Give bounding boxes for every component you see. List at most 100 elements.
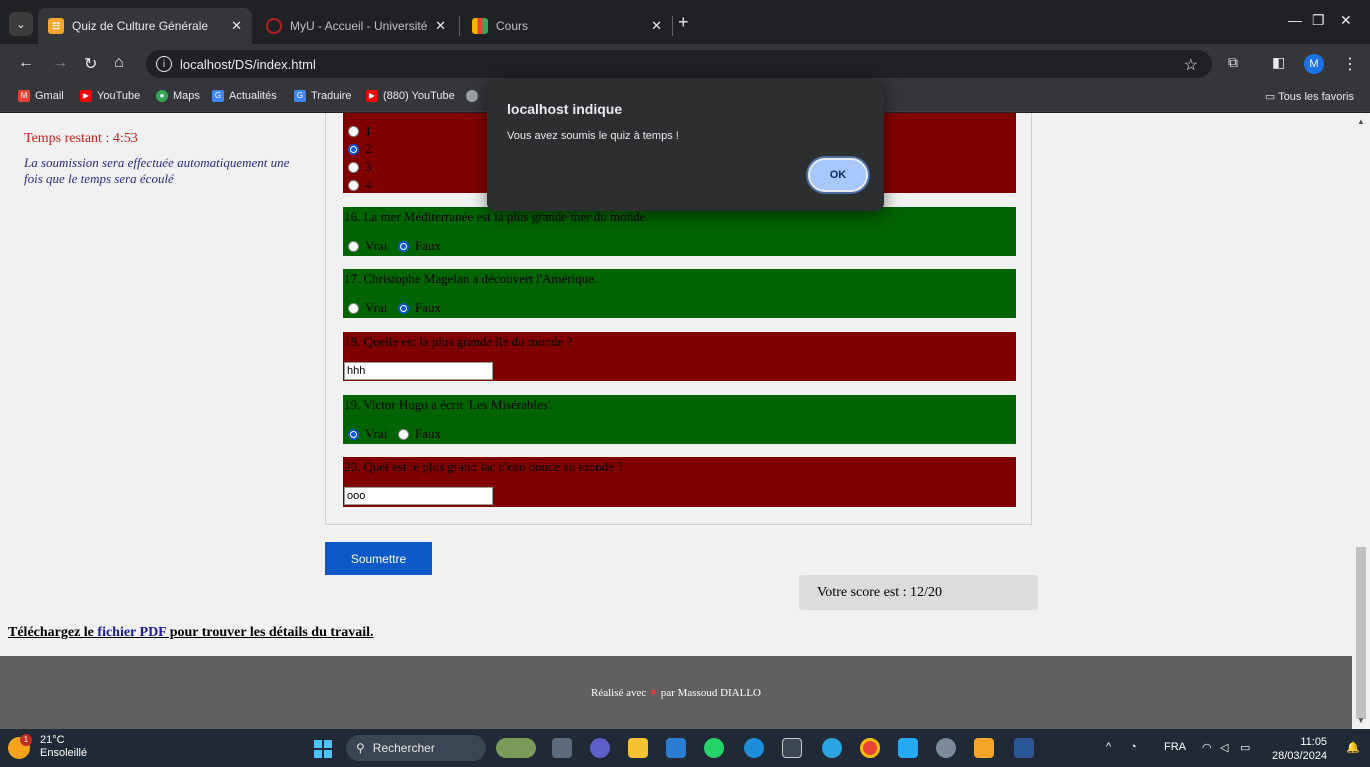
option-label: 2 [365,141,372,156]
option-1[interactable]: 1 [348,123,372,139]
option-vrai[interactable]: Vrai [348,300,387,316]
weather-condition: Ensoleillé [40,747,88,759]
option-label: Faux [415,426,441,441]
question-17: 17. Christophe Magelan a découvert l'Amé… [343,269,1016,318]
bookmark-actualites[interactable]: G Actualités [212,90,277,102]
option-4[interactable]: 4 [348,177,372,193]
tab-search-button[interactable]: ⌄ [9,12,33,36]
search-icon: ⚲ [356,741,365,755]
widgets-icon[interactable] [496,738,536,758]
profile-avatar[interactable]: M [1304,54,1324,74]
vscode-icon[interactable] [898,738,918,758]
new-tab-button[interactable]: + [678,12,689,33]
edge-icon[interactable] [744,738,764,758]
tab-cours[interactable]: Cours ✕ [462,8,672,44]
scroll-up-icon[interactable]: ▲ [1357,117,1365,126]
copilot-icon[interactable]: ◔ [1130,741,1137,753]
notification-bell-icon[interactable]: 🔔 [1346,741,1360,754]
teams-icon[interactable] [590,738,610,758]
restore-icon[interactable]: ❐ [1312,12,1325,29]
option-label: 4 [365,177,372,192]
radio-button-selected[interactable] [398,240,409,252]
mail-icon[interactable] [666,738,686,758]
bookmark-youtube-880[interactable]: ▶ (880) YouTube [366,90,455,102]
bookmark-youtube[interactable]: ▶ YouTube [80,90,140,102]
submit-button[interactable]: Soumettre [325,542,432,575]
start-button[interactable] [314,740,332,758]
tab-title: Quiz de Culture Générale [72,19,209,33]
radio-button[interactable] [348,240,359,252]
tab-myu[interactable]: MyU - Accueil - Université Cent ✕ [256,8,456,44]
bookmark-label: Gmail [35,90,64,102]
close-window-icon[interactable]: ✕ [1340,12,1352,29]
home-icon[interactable]: ⌂ [114,54,124,72]
virtualbox-icon[interactable] [782,738,802,758]
weather-widget[interactable]: 21°C Ensoleillé [40,734,87,760]
radio-button[interactable] [348,161,359,173]
language-indicator[interactable]: FRA [1164,741,1186,753]
option-label: 1 [365,123,372,138]
extensions-icon[interactable]: ⧉ [1228,54,1238,71]
footer: Réalisé avec ♥ par Massoud DIALLO [0,656,1352,729]
ok-button[interactable]: OK [808,158,868,192]
answer-input[interactable]: ooo [344,487,493,505]
option-vrai[interactable]: Vrai [348,426,387,442]
radio-button-selected[interactable] [398,302,409,314]
answer-input[interactable]: hhh [344,362,493,380]
globe-icon [466,90,478,102]
back-icon[interactable]: ← [18,54,34,72]
radio-button[interactable] [398,428,409,440]
radio-button-selected[interactable] [348,143,359,155]
system-clock[interactable]: 11:05 28/03/2024 [1272,735,1327,763]
option-faux[interactable]: Faux [398,238,441,254]
bookmark-traduire[interactable]: G Traduire [294,90,352,102]
file-explorer-icon[interactable] [628,738,648,758]
show-hidden-icons[interactable]: ^ [1106,741,1111,753]
bookmark-globe[interactable] [466,90,483,102]
option-2[interactable]: 2 [348,141,372,157]
tab-quiz[interactable]: ☷ Quiz de Culture Générale ✕ [38,8,252,44]
task-view-icon[interactable] [552,738,572,758]
footer-suffix: par Massoud DIALLO [660,686,761,699]
telegram-icon[interactable] [822,738,842,758]
option-3[interactable]: 3 [348,159,372,175]
close-tab-icon[interactable]: ✕ [231,18,242,34]
taskbar-search[interactable]: ⚲ Rechercher [346,735,486,761]
option-vrai[interactable]: Vrai [348,238,387,254]
pdf-suffix: pour trouver les détails du travail. [166,625,374,640]
close-tab-icon[interactable]: ✕ [651,18,662,34]
battery-icon[interactable]: ▭ [1240,741,1250,754]
page-scrollbar[interactable]: ▲ ▼ [1352,113,1370,729]
scrollbar-thumb[interactable] [1356,547,1366,719]
word-icon[interactable] [1014,738,1034,758]
radio-button[interactable] [348,125,359,137]
radio-button[interactable] [348,179,359,191]
question-text: 18. Quelle est la plus grande île du mon… [344,334,573,349]
xampp-icon[interactable] [974,738,994,758]
radio-button[interactable] [348,302,359,314]
address-bar[interactable]: i localhost/DS/index.html ☆ [146,50,1212,78]
wifi-icon[interactable]: ◠ [1202,741,1212,754]
pdf-link[interactable]: fichier PDF [97,625,166,640]
bookmark-gmail[interactable]: M Gmail [18,90,64,102]
radio-button-selected[interactable] [348,428,359,440]
menu-icon[interactable]: ⋮ [1342,54,1358,74]
all-bookmarks[interactable]: ▭ Tous les favoris [1265,90,1354,103]
settings-icon[interactable] [936,738,956,758]
side-panel-icon[interactable]: ◧ [1272,54,1285,71]
reload-icon[interactable]: ↻ [84,54,97,74]
minimize-icon[interactable]: — [1288,12,1302,28]
option-faux[interactable]: Faux [398,426,441,442]
bookmark-maps[interactable]: ● Maps [156,90,200,102]
chrome-icon[interactable] [860,738,880,758]
bookmark-star-icon[interactable]: ☆ [1184,55,1198,75]
option-faux[interactable]: Faux [398,300,441,316]
volume-icon[interactable]: ◁ [1220,741,1228,754]
site-info-icon[interactable]: i [156,56,172,72]
forward-icon[interactable]: → [52,54,68,72]
whatsapp-icon[interactable] [704,738,724,758]
scroll-down-icon[interactable]: ▼ [1357,716,1365,725]
close-tab-icon[interactable]: ✕ [435,18,446,34]
pdf-download-line: Téléchargez le fichier PDF pour trouver … [8,625,374,641]
option-label: Vrai [365,300,388,315]
